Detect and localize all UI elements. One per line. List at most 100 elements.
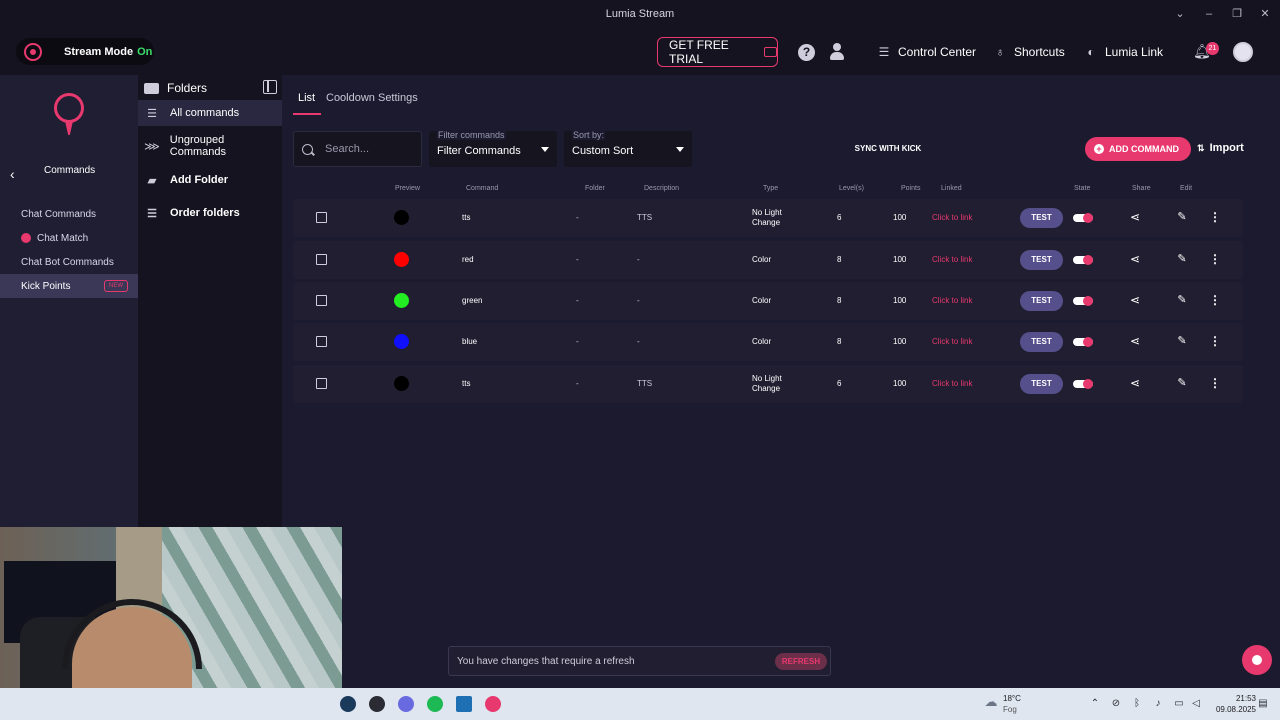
share-icon[interactable]: ⋖ [1128,376,1142,390]
test-button[interactable]: TEST [1020,332,1063,352]
add-command-button[interactable]: + ADD COMMAND [1085,137,1191,161]
spotify-icon[interactable] [427,696,443,712]
notification-center-icon[interactable]: ▤ [1257,698,1269,710]
share-icon[interactable]: ⋖ [1128,334,1142,348]
add-folder-button[interactable]: ▰ Add Folder [138,167,282,193]
filter-commands-select[interactable]: Filter commands Filter Commands [429,130,557,167]
back-arrow-icon[interactable]: ‹ [10,166,15,182]
shortcuts-button[interactable]: ♁ Shortcuts [992,43,1065,61]
row-checkbox[interactable] [316,295,327,306]
table-row[interactable]: red - - Color 8 100 Click to link TEST ⋖… [293,241,1243,279]
edit-icon[interactable]: ✎ [1175,252,1189,266]
battery-icon[interactable]: ▭ [1173,698,1185,710]
sidebar-item-chat-commands[interactable]: Chat Commands [0,202,138,226]
test-button[interactable]: TEST [1020,208,1063,228]
test-button[interactable]: TEST [1020,250,1063,270]
collapse-panel-icon[interactable] [263,80,277,94]
minimize-icon[interactable]: – [1201,6,1217,22]
share-icon[interactable]: ⋖ [1128,252,1142,266]
row-checkbox[interactable] [316,212,327,223]
more-options-icon[interactable]: ⋮ [1209,252,1221,266]
click-to-link[interactable]: Click to link [932,379,972,388]
chat-match-icon [21,233,31,243]
sync-with-kick-button[interactable]: SYNC WITH KICK [845,141,931,157]
discord-icon[interactable] [398,696,414,712]
test-button[interactable]: TEST [1020,374,1063,394]
row-checkbox[interactable] [316,336,327,347]
account-icon[interactable] [830,43,844,61]
share-icon[interactable]: ⋖ [1128,210,1142,224]
clock-date[interactable]: 09.08.2025 [1210,705,1256,714]
tab-cooldown-settings[interactable]: Cooldown Settings [326,92,418,104]
state-toggle[interactable] [1073,296,1093,306]
lumia-link-button[interactable]: ◐ Lumia Link [1083,43,1163,61]
sidebar-item-chat-bot-commands[interactable]: Chat Bot Commands [0,250,138,274]
refresh-button[interactable]: REFRESH [775,653,827,670]
add-folder-icon: ▰ [147,174,157,187]
table-row[interactable]: green - - Color 8 100 Click to link TEST… [293,282,1243,320]
test-button[interactable]: TEST [1020,291,1063,311]
chevron-up-icon[interactable]: ⌃ [1089,698,1101,710]
state-toggle[interactable] [1073,255,1093,265]
type-value: Color [752,255,772,264]
lumia-stream-icon[interactable] [485,696,501,712]
share-icon[interactable]: ⋖ [1128,293,1142,307]
points-value: 100 [893,296,907,305]
import-icon: ⇅ [1197,143,1205,153]
more-options-icon[interactable]: ⋮ [1209,334,1221,348]
points-value: 100 [893,255,907,264]
volume-icon[interactable]: ◁ [1190,698,1202,710]
state-toggle[interactable] [1073,379,1093,389]
avatar[interactable] [1233,42,1253,62]
state-toggle[interactable] [1073,337,1093,347]
color-preview [394,210,409,225]
caret-down-icon [541,147,549,152]
more-options-icon[interactable]: ⋮ [1209,210,1221,224]
description-value: TTS [637,213,653,222]
order-folders-button[interactable]: ☰ Order folders [138,200,282,226]
folders-title: Folders [167,81,208,95]
steam-icon[interactable] [340,696,356,712]
more-options-icon[interactable]: ⋮ [1209,293,1221,307]
get-free-trial-button[interactable]: GET FREE TRIAL [657,37,778,67]
level-value: 8 [837,255,842,264]
row-checkbox[interactable] [316,254,327,265]
restore-icon[interactable]: ❐ [1229,6,1245,22]
import-button[interactable]: ⇅ Import [1197,142,1244,154]
table-row[interactable]: tts - TTS No Light Change 6 100 Click to… [293,199,1243,237]
clock-time[interactable]: 21:53 [1218,694,1256,703]
help-icon[interactable]: ? [798,44,815,61]
tab-list[interactable]: List [298,92,315,104]
search-input[interactable] [325,143,415,155]
photos-icon[interactable] [456,696,472,712]
edit-icon[interactable]: ✎ [1175,293,1189,307]
state-toggle[interactable] [1073,213,1093,223]
chevron-down-icon[interactable]: ⌄ [1172,6,1188,22]
microphone-icon[interactable]: ♪ [1152,698,1164,710]
control-center-button[interactable]: ☰ Control Center [876,43,976,61]
click-to-link[interactable]: Click to link [932,296,972,305]
stream-mode-toggle[interactable]: Stream Mode On [16,38,154,65]
sidebar-item-kick-points[interactable]: Kick Points NEW [0,274,138,298]
table-row[interactable]: blue - - Color 8 100 Click to link TEST … [293,323,1243,361]
reorder-icon: ☰ [147,207,157,220]
close-icon[interactable]: ✕ [1257,6,1273,22]
click-to-link[interactable]: Click to link [932,337,972,346]
folder-all-commands[interactable]: ☰ All commands [138,100,282,126]
network-icon[interactable]: ⊘ [1110,698,1122,710]
sort-by-select[interactable]: Sort by: Custom Sort [564,130,692,167]
table-row[interactable]: tts - TTS No Light Change 6 100 Click to… [293,365,1243,403]
folder-ungrouped-commands[interactable]: ⋙ Ungrouped Commands [138,133,282,159]
more-options-icon[interactable]: ⋮ [1209,376,1221,390]
click-to-link[interactable]: Click to link [932,255,972,264]
edit-icon[interactable]: ✎ [1175,334,1189,348]
row-checkbox[interactable] [316,378,327,389]
edit-icon[interactable]: ✎ [1175,210,1189,224]
folder-value: - [576,296,579,305]
sidebar-item-chat-match[interactable]: Chat Match [0,226,138,250]
obs-icon[interactable] [369,696,385,712]
bluetooth-icon[interactable]: ᛒ [1131,698,1143,710]
chat-support-icon[interactable] [1242,645,1272,675]
click-to-link[interactable]: Click to link [932,213,972,222]
edit-icon[interactable]: ✎ [1175,376,1189,390]
